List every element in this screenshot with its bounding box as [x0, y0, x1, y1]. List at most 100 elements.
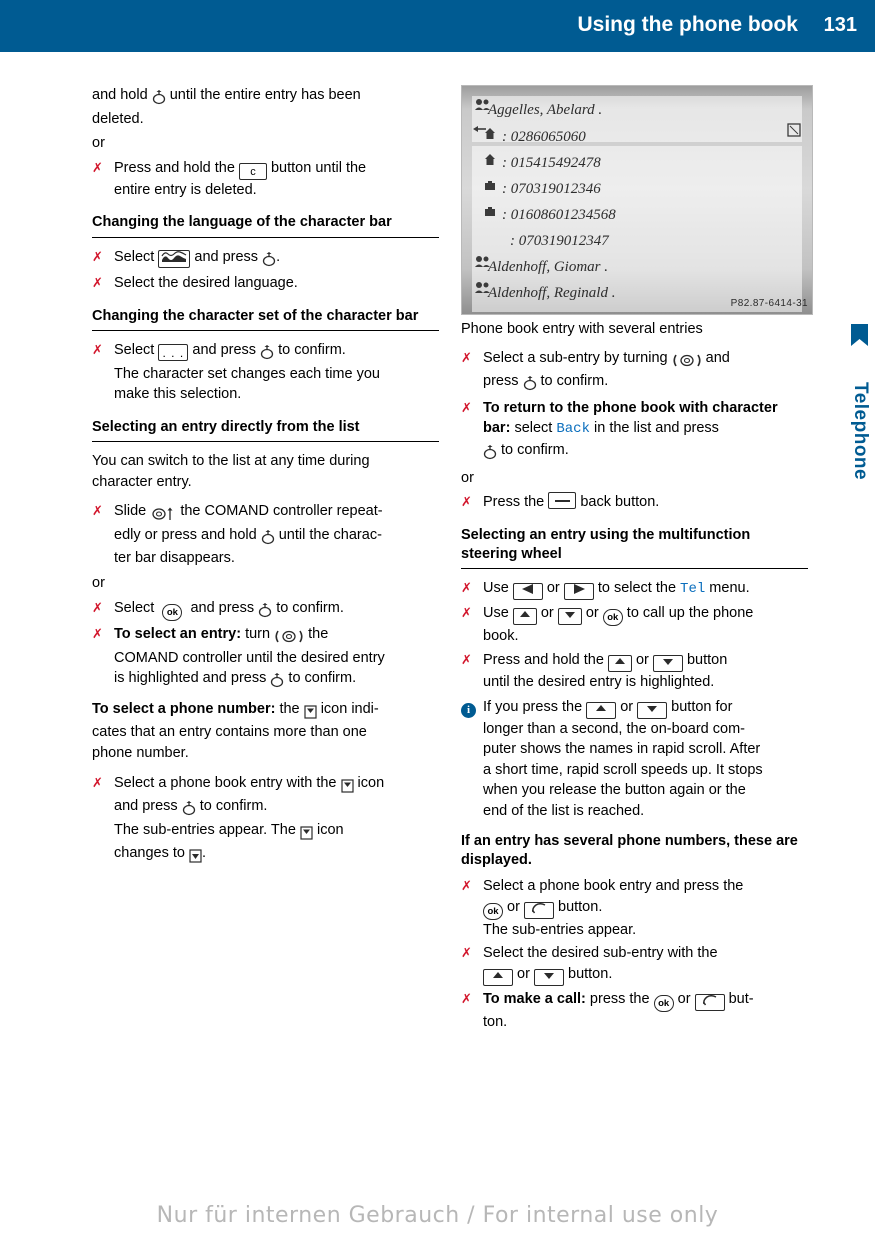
text: Slide: [114, 503, 147, 520]
bullet-marker: ✗: [92, 159, 103, 175]
controller-press-icon: [261, 528, 275, 549]
flag-language-icon: [158, 249, 191, 268]
text: .: [276, 248, 281, 265]
bullet-marker: ✗: [461, 349, 472, 365]
note-content: If you press the or button for longer th…: [483, 697, 808, 822]
list-item: ✗ Select a sub-entry by turning and pres…: [461, 348, 808, 395]
figure-row: Aldenhoff, Reginald .: [488, 285, 616, 301]
up-button-icon: [512, 608, 537, 626]
text: Press and hold the: [114, 159, 235, 176]
bullet-marker: ✗: [92, 248, 103, 264]
call-button-icon: [523, 901, 554, 919]
down-button-icon: [533, 968, 564, 986]
divider: [92, 236, 439, 238]
text: the COMAND controller repeat-: [180, 503, 383, 520]
list-item: ✗ Select a phone book entry with the ico…: [92, 773, 439, 867]
bullet-marker: ✗: [461, 399, 472, 415]
text: phone number.: [92, 744, 189, 761]
right-button-icon: [563, 583, 594, 601]
text: icon: [316, 821, 344, 838]
chapter-label: Telephone: [850, 382, 871, 481]
text: or: [540, 605, 554, 622]
info-icon: i: [461, 702, 476, 718]
list-item-content: To make a call: press the ok or but- ton…: [483, 989, 808, 1033]
contact-icon: [475, 282, 490, 293]
text: to call up the phone: [626, 605, 754, 622]
list-item-content: Slide the COMAND controller repeat- edly…: [114, 501, 439, 569]
list-item-content: Use or or ok to call up the phone book.: [483, 603, 808, 647]
list-item: ✗ Select a phone book entry and press th…: [461, 876, 808, 940]
list-item: ✗ Select the desired sub-entry with the …: [461, 943, 808, 986]
bullet-marker: ✗: [92, 275, 103, 291]
text: or: [546, 580, 560, 597]
section-heading: Selecting an entry using the multifuncti…: [461, 526, 751, 563]
down-button-icon: [652, 655, 683, 673]
list-item-content: Select the desired language.: [114, 275, 298, 292]
controller-turn-icon: [672, 351, 702, 372]
controller-press-icon: [262, 250, 276, 271]
lead-in: To select a phone number:: [92, 700, 276, 717]
down-button-icon: [557, 608, 582, 626]
text: and press: [190, 599, 255, 616]
text: ton.: [483, 1013, 508, 1030]
bullet-marker: ✗: [461, 945, 472, 961]
text: entire entry is deleted.: [114, 181, 257, 198]
list-item-content: Select the desired sub-entry with the or…: [483, 943, 808, 986]
ok-button-icon: ok: [602, 609, 623, 627]
list-item: ✗ Use or or ok to call up the phone book…: [461, 603, 808, 647]
paragraph: To select a phone number: the icon indi-…: [92, 699, 439, 764]
text: to confirm.: [288, 670, 357, 687]
figure-phone-book-screenshot: Aggelles, Abelard . : 0286065060 : 01541…: [461, 85, 813, 315]
or-separator: or: [92, 135, 105, 152]
text: or: [517, 965, 530, 982]
divider: [92, 330, 439, 332]
controller-press-icon: [260, 343, 274, 364]
back-button-icon: [548, 492, 577, 510]
or-separator: or: [461, 469, 474, 486]
text: Select: [114, 248, 155, 265]
text: in the list and press: [594, 420, 719, 437]
page-number: 131: [823, 14, 857, 36]
up-button-icon: [607, 655, 632, 673]
call-button-icon: [694, 993, 725, 1011]
bullet-marker: ✗: [92, 774, 103, 790]
text: and press: [194, 248, 259, 265]
text: Select: [114, 599, 155, 616]
text: changes to: [114, 845, 185, 862]
text: back button.: [580, 494, 660, 511]
text: make this selection.: [114, 386, 242, 403]
lead-in: To select an entry:: [114, 626, 242, 643]
character-set-icon: . . .: [158, 344, 189, 362]
text: COMAND controller until the desired entr…: [114, 649, 385, 666]
list-item: ✗ Press and hold the or button until the…: [461, 650, 808, 693]
text: and hold: [92, 87, 148, 103]
divider: [461, 568, 808, 570]
list-item-content: Select a sub-entry by turning and press …: [483, 348, 808, 395]
text: until the entire entry has been: [169, 87, 361, 103]
side-tab: Telephone: [844, 52, 875, 1241]
menu-item-tel[interactable]: Tel: [680, 581, 705, 597]
controller-press-icon: [152, 88, 166, 109]
ok-button-icon: ok: [162, 603, 183, 621]
ok-button-icon: ok: [483, 902, 503, 920]
list-item: ✗ Press the back button.: [461, 492, 808, 513]
text: the: [279, 700, 300, 717]
text: select: [514, 420, 553, 437]
text: Select a phone book entry and press the: [483, 878, 744, 895]
or-separator: or: [92, 574, 105, 591]
text: edly or press and hold: [114, 526, 257, 543]
text: Press and hold the: [483, 652, 604, 669]
list-item: ✗ Use or to select the Tel menu.: [461, 578, 808, 601]
list-item: ✗ Press and hold the c button until the …: [92, 158, 439, 201]
text: The sub-entries appear.: [483, 921, 637, 938]
menu-item-back[interactable]: Back: [556, 421, 590, 437]
text: puter shows the names in rapid scroll. A…: [483, 741, 761, 758]
left-button-icon: [512, 583, 543, 601]
text: to confirm.: [199, 798, 268, 815]
text: button for: [671, 698, 733, 715]
text: book.: [483, 628, 519, 645]
figure-row: : 015415492478: [502, 155, 601, 171]
text: or: [507, 898, 520, 915]
bullet-marker: ✗: [92, 342, 103, 358]
back-arrow-icon: [473, 126, 486, 132]
